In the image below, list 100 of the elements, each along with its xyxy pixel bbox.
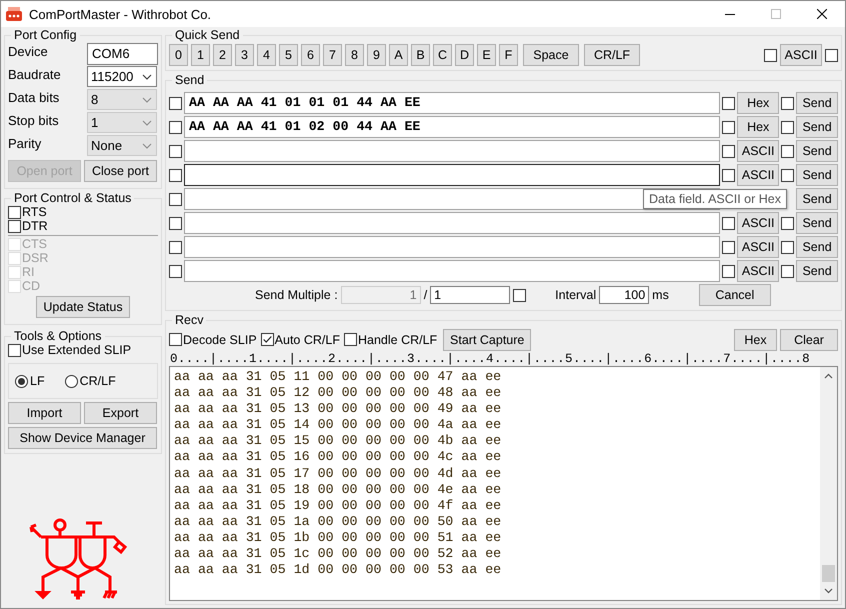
checkbox[interactable] bbox=[825, 48, 838, 62]
recv-button[interactable]: Clear bbox=[780, 328, 838, 350]
data-field[interactable]: AA AA AA 41 01 01 01 44 AA EE bbox=[184, 92, 720, 114]
mode-button[interactable]: Hex bbox=[737, 92, 780, 114]
dropdown[interactable]: 115200 bbox=[87, 66, 157, 87]
data-field[interactable] bbox=[184, 164, 720, 186]
quick-send-key[interactable]: 6 bbox=[301, 44, 320, 66]
quick-send-key[interactable]: 2 bbox=[213, 44, 232, 66]
mode-button[interactable]: ASCII bbox=[737, 260, 780, 282]
start-capture-button[interactable]: Start Capture bbox=[443, 328, 532, 350]
checkbox[interactable] bbox=[513, 288, 526, 302]
quick-send-key[interactable]: CR/LF bbox=[584, 44, 640, 66]
checkbox[interactable] bbox=[781, 240, 794, 254]
cancel-button[interactable]: Cancel bbox=[698, 284, 771, 306]
checkbox[interactable] bbox=[781, 96, 794, 110]
ascii-button[interactable]: ASCII bbox=[780, 44, 822, 66]
checkbox[interactable] bbox=[169, 168, 182, 182]
checkbox[interactable] bbox=[169, 96, 182, 110]
mode-button[interactable]: ASCII bbox=[737, 212, 780, 234]
send-button[interactable]: Send bbox=[796, 212, 838, 234]
quick-send-key[interactable]: 7 bbox=[323, 44, 342, 66]
checkbox[interactable] bbox=[764, 48, 777, 62]
send-button[interactable]: Send bbox=[796, 260, 838, 282]
quick-send-key[interactable]: F bbox=[499, 44, 518, 66]
log-line: aa aa aa 31 05 1c 00 00 00 00 00 52 aa ee bbox=[174, 546, 502, 562]
send-button[interactable]: Send bbox=[796, 92, 838, 114]
send-button[interactable]: Send bbox=[796, 164, 838, 186]
scroll-up-icon[interactable] bbox=[824, 373, 833, 379]
data-field[interactable] bbox=[184, 140, 720, 162]
checkbox[interactable] bbox=[8, 344, 21, 356]
total-field[interactable]: 1 bbox=[430, 286, 510, 304]
group-title: Recv bbox=[174, 313, 204, 327]
checkbox[interactable] bbox=[169, 144, 182, 158]
chevron-down-icon[interactable] bbox=[142, 74, 152, 80]
quick-send-key[interactable]: 1 bbox=[191, 44, 210, 66]
radio-button[interactable] bbox=[15, 374, 28, 388]
checkbox[interactable] bbox=[169, 192, 182, 206]
quick-send-key[interactable]: 8 bbox=[345, 44, 364, 66]
update-status-button[interactable]: Update Status bbox=[36, 296, 130, 318]
checkbox[interactable] bbox=[781, 216, 794, 230]
checkbox[interactable] bbox=[344, 333, 357, 346]
mode-button[interactable]: ASCII bbox=[737, 236, 780, 258]
checkbox[interactable] bbox=[260, 333, 274, 346]
quick-send-key[interactable]: 5 bbox=[279, 44, 298, 66]
tool-button[interactable]: Export bbox=[84, 402, 157, 424]
checkbox-label: DTR bbox=[22, 219, 48, 233]
data-field[interactable] bbox=[184, 212, 720, 234]
send-button[interactable]: Send bbox=[796, 236, 838, 258]
quick-send-key[interactable]: 3 bbox=[235, 44, 254, 66]
checkbox[interactable] bbox=[722, 96, 736, 110]
mode-button[interactable]: Hex bbox=[737, 116, 780, 138]
checkbox[interactable] bbox=[781, 120, 794, 134]
radio-button[interactable] bbox=[64, 374, 78, 388]
interval-field[interactable]: 100 bbox=[599, 286, 650, 304]
checkbox[interactable] bbox=[169, 216, 182, 230]
quick-send-key[interactable]: 4 bbox=[257, 44, 276, 66]
checkbox[interactable] bbox=[781, 264, 794, 278]
checkbox[interactable] bbox=[8, 220, 21, 232]
app-icon bbox=[5, 6, 23, 22]
checkbox[interactable] bbox=[722, 240, 736, 254]
checkbox[interactable] bbox=[8, 206, 21, 218]
quick-send-key[interactable]: A bbox=[389, 44, 408, 66]
scrollbar[interactable] bbox=[820, 367, 837, 600]
checkbox[interactable] bbox=[169, 240, 182, 254]
checkbox[interactable] bbox=[781, 168, 794, 182]
checkbox[interactable] bbox=[169, 264, 182, 278]
quick-send-key[interactable]: 9 bbox=[367, 44, 386, 66]
interval-label: Interval bbox=[555, 288, 596, 302]
quick-send-key[interactable]: Space bbox=[523, 44, 579, 66]
send-button[interactable]: Send bbox=[796, 188, 838, 210]
checkbox[interactable] bbox=[169, 333, 182, 346]
recv-button[interactable]: Hex bbox=[734, 328, 777, 350]
scroll-thumb[interactable] bbox=[822, 565, 835, 582]
send-button[interactable]: Send bbox=[796, 140, 838, 162]
checkbox[interactable] bbox=[781, 144, 794, 158]
text-field[interactable]: COM6 bbox=[87, 42, 158, 64]
field-label: Parity bbox=[8, 136, 42, 151]
data-field[interactable]: AA AA AA 41 01 02 00 44 AA EE bbox=[184, 116, 720, 138]
tool-button[interactable]: Import bbox=[8, 402, 81, 424]
checkbox[interactable] bbox=[169, 120, 182, 134]
scroll-down-icon[interactable] bbox=[824, 588, 833, 594]
checkbox[interactable] bbox=[722, 264, 736, 278]
mode-button[interactable]: ASCII bbox=[737, 164, 780, 186]
quick-send-key[interactable]: D bbox=[455, 44, 474, 66]
tool-button[interactable]: Show Device Manager bbox=[8, 427, 157, 449]
log-line: aa aa aa 31 05 1a 00 00 00 00 00 50 aa ee bbox=[174, 514, 502, 530]
data-field[interactable] bbox=[184, 260, 720, 282]
checkbox[interactable] bbox=[722, 120, 736, 134]
quick-send-key[interactable]: B bbox=[411, 44, 430, 66]
checkbox[interactable] bbox=[722, 168, 736, 182]
quick-send-key[interactable]: E bbox=[477, 44, 496, 66]
mode-button[interactable]: ASCII bbox=[737, 140, 780, 162]
quick-send-key[interactable]: C bbox=[433, 44, 452, 66]
data-field[interactable] bbox=[184, 236, 720, 258]
quick-send-key[interactable]: 0 bbox=[169, 44, 188, 66]
send-button[interactable]: Send bbox=[796, 116, 838, 138]
port-button[interactable]: Close port bbox=[84, 160, 157, 182]
checkbox[interactable] bbox=[722, 144, 736, 158]
close-icon[interactable] bbox=[817, 9, 827, 19]
checkbox[interactable] bbox=[722, 216, 736, 230]
